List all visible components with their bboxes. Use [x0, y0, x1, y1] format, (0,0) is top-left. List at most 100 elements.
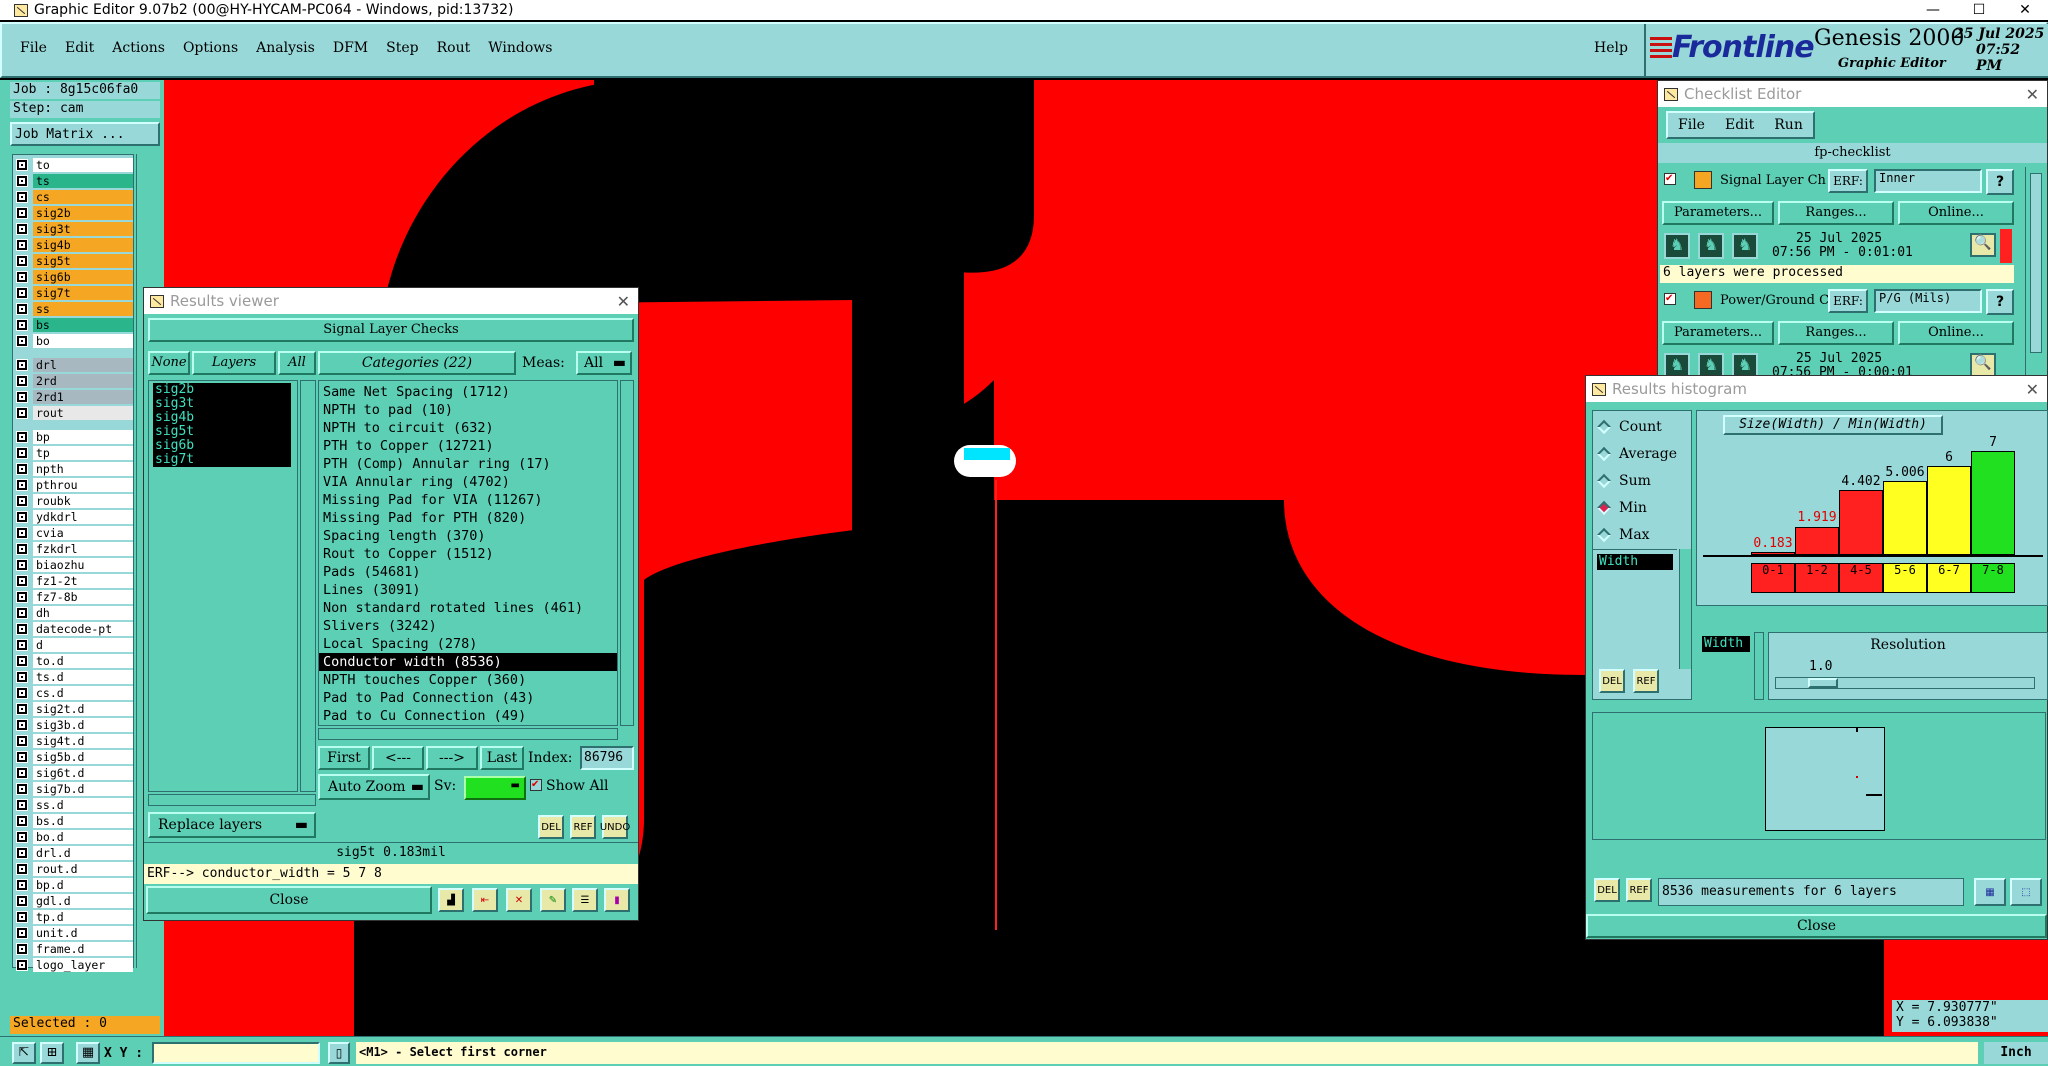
result-layer-item[interactable]: sig7t: [153, 453, 291, 467]
zoom-area-icon[interactable]: ⬚: [2010, 878, 2042, 906]
run-selected-icon[interactable]: ♞: [1698, 233, 1724, 259]
item-checkbox[interactable]: ✔: [1664, 173, 1676, 185]
parameters-button[interactable]: Parameters...: [1662, 201, 1774, 225]
layer-checkbox[interactable]: [16, 359, 28, 371]
meas-dropdown[interactable]: All ▬: [576, 351, 632, 375]
layer-checkbox[interactable]: [16, 447, 28, 459]
layer-row[interactable]: d: [13, 637, 133, 653]
layer-row[interactable]: rout.d: [13, 861, 133, 877]
close-icon[interactable]: ✕: [617, 292, 630, 311]
item-label[interactable]: Signal Layer Ch: [1720, 173, 1832, 188]
layer-checkbox[interactable]: [16, 239, 28, 251]
layer-row[interactable]: sig4t.d: [13, 733, 133, 749]
report-icon[interactable]: ☰: [572, 888, 598, 912]
layer-checkbox[interactable]: [16, 751, 28, 763]
layer-name[interactable]: datecode-pt: [33, 622, 133, 636]
help-button[interactable]: ?: [1986, 289, 2014, 315]
all-button[interactable]: All: [278, 351, 316, 375]
layer-name[interactable]: fz1-2t: [33, 574, 133, 588]
layer-name[interactable]: sig7t: [33, 286, 133, 300]
ref-icon[interactable]: REF: [1626, 878, 1652, 902]
layer-name[interactable]: cvia: [33, 526, 133, 540]
category-item[interactable]: Missing Pad for VIA (11267): [319, 491, 617, 509]
snap-icon[interactable]: ⊞: [40, 1042, 64, 1064]
histogram-bars-icon[interactable]: ▟: [438, 888, 464, 912]
layer-checkbox[interactable]: [16, 719, 28, 731]
chart-icon[interactable]: ▮: [604, 888, 630, 912]
layer-name[interactable]: to: [33, 158, 133, 172]
delete-results-icon[interactable]: ✕: [506, 888, 532, 912]
category-item[interactable]: PTH (Comp) Annular ring (17): [319, 455, 617, 473]
layer-name[interactable]: sig6b: [33, 270, 133, 284]
histogram-bar[interactable]: [1883, 480, 1927, 555]
layer-name[interactable]: sig2t.d: [33, 702, 133, 716]
menu-edit[interactable]: Edit: [65, 40, 94, 62]
layer-name[interactable]: bs: [33, 318, 133, 332]
maximize-icon[interactable]: ☐: [1956, 2, 2002, 18]
layer-name[interactable]: rout.d: [33, 862, 133, 876]
layer-row[interactable]: 2rd1: [13, 389, 133, 405]
layer-row[interactable]: sig4b: [13, 237, 133, 253]
close-button[interactable]: Close: [1586, 914, 2047, 938]
layer-row[interactable]: bs.d: [13, 813, 133, 829]
layer-checkbox[interactable]: [16, 607, 28, 619]
menu-rout[interactable]: Rout: [437, 40, 471, 62]
mode-count[interactable]: Count: [1593, 413, 1691, 440]
layer-row[interactable]: sig6b: [13, 269, 133, 285]
layer-checkbox[interactable]: [16, 591, 28, 603]
layers-button[interactable]: Layers: [192, 351, 276, 375]
erf-value[interactable]: P/G (Mils): [1874, 289, 1982, 313]
histogram-bar[interactable]: [1971, 451, 2015, 555]
menu-help[interactable]: Help: [1594, 40, 1628, 56]
last-button[interactable]: Last: [480, 746, 524, 770]
layer-row[interactable]: bo.d: [13, 829, 133, 845]
checklist-menu-run[interactable]: Run: [1774, 117, 1803, 133]
layer-name[interactable]: unit.d: [33, 926, 133, 940]
mode-max[interactable]: Max: [1593, 521, 1691, 548]
layer-checkbox[interactable]: [16, 175, 28, 187]
item-label[interactable]: Power/Ground C: [1720, 293, 1828, 308]
layer-checkbox[interactable]: [16, 255, 28, 267]
minimize-icon[interactable]: —: [1910, 2, 1956, 18]
online-button[interactable]: Online...: [1898, 201, 2014, 225]
index-input[interactable]: 86796: [580, 746, 634, 770]
ranges-button[interactable]: Ranges...: [1778, 201, 1894, 225]
layer-checkbox[interactable]: [16, 879, 28, 891]
layer-name[interactable]: rout: [33, 406, 133, 420]
menu-dfm[interactable]: DFM: [333, 40, 368, 62]
layer-checkbox[interactable]: [16, 671, 28, 683]
layer-row[interactable]: sig3t: [13, 221, 133, 237]
bin-label[interactable]: 6-7: [1927, 563, 1971, 593]
category-item[interactable]: Local Spacing (278): [319, 635, 617, 653]
menu-file[interactable]: File: [20, 40, 47, 62]
layer-name[interactable]: sig6t.d: [33, 766, 133, 780]
layer-name[interactable]: sig3b.d: [33, 718, 133, 732]
item-checkbox[interactable]: ✔: [1664, 293, 1676, 305]
run-all-icon[interactable]: ♞: [1732, 233, 1758, 259]
layer-name[interactable]: drl: [33, 358, 133, 372]
layer-checkbox[interactable]: [16, 223, 28, 235]
result-layer-item[interactable]: sig3t: [153, 397, 291, 411]
erf-label[interactable]: ERF:: [1828, 289, 1868, 313]
layer-name[interactable]: sig4b: [33, 238, 133, 252]
layer-row[interactable]: 2rd: [13, 373, 133, 389]
layer-row[interactable]: biaozhu: [13, 557, 133, 573]
layer-name[interactable]: sig4t.d: [33, 734, 133, 748]
result-layer-item[interactable]: sig4b: [153, 411, 291, 425]
first-button[interactable]: First: [318, 746, 370, 770]
edit-icon[interactable]: ✎: [540, 888, 566, 912]
category-item[interactable]: Non standard rotated lines (461): [319, 599, 617, 617]
layer-row[interactable]: logo_layer: [13, 957, 133, 973]
mode-min[interactable]: Min: [1593, 494, 1691, 521]
mode-sum[interactable]: Sum: [1593, 467, 1691, 494]
layer-row[interactable]: ss: [13, 301, 133, 317]
histogram-bar[interactable]: [1927, 465, 1971, 555]
layer-name[interactable]: gdl.d: [33, 894, 133, 908]
del-icon[interactable]: DEL: [1599, 669, 1625, 693]
layer-name[interactable]: pthrou: [33, 478, 133, 492]
menu-windows[interactable]: Windows: [488, 40, 552, 62]
menu-analysis[interactable]: Analysis: [256, 40, 315, 62]
layer-name[interactable]: bs.d: [33, 814, 133, 828]
layer-row[interactable]: cs.d: [13, 685, 133, 701]
layer-checkbox[interactable]: [16, 831, 28, 843]
